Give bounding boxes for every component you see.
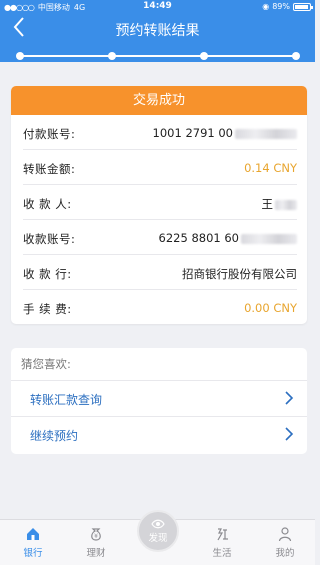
row-label: 付款账号: — [23, 127, 76, 141]
tab-label: 银行 — [23, 548, 43, 559]
tab-mine[interactable]: 我的 — [260, 520, 310, 565]
row-value: 王 — [261, 196, 297, 212]
payee-bank-row: 收 款 行: 招商银行股份有限公司 — [23, 255, 297, 290]
tab-label: 我的 — [275, 548, 295, 559]
payer-account-value: 1001 2791 00 — [152, 126, 233, 140]
tab-bank[interactable]: 银行 — [8, 520, 58, 565]
suggestions-card: 猜您喜欢: 转账汇款查询 继续预约 — [11, 348, 307, 454]
tab-label: 发现 — [148, 533, 168, 544]
row-value: 6225 8801 60 — [159, 231, 297, 245]
eye-icon — [151, 519, 165, 529]
chevron-right-icon — [285, 391, 294, 405]
payee-account-row: 收款账号: 6225 8801 60 — [23, 220, 297, 255]
payer-account-row: 付款账号: 1001 2791 00 — [23, 115, 297, 150]
row-label: 转账金额: — [23, 162, 76, 176]
progress-step-2 — [108, 52, 116, 60]
progress-step-1 — [16, 52, 24, 60]
tab-label: 生活 — [212, 548, 232, 559]
tab-finance[interactable]: ¥ 理财 — [71, 520, 121, 565]
row-label: 手 续 费: — [23, 302, 72, 316]
row-label: 收款账号: — [23, 232, 76, 246]
tab-discover[interactable]: 发现 — [137, 510, 179, 552]
row-value: 1001 2791 00 — [153, 126, 297, 140]
page-title: 预约转账结果 — [115, 23, 200, 39]
masked-blur — [275, 199, 297, 210]
progress-line — [18, 55, 298, 57]
continue-appointment-link[interactable]: 继续预约 — [11, 416, 307, 452]
status-bar: ●●○○○ 中国移动 4G 14:49 ◉ 89% — [0, 0, 315, 14]
payee-row: 收 款 人: 王 — [23, 185, 297, 220]
suggestion-label: 继续预约 — [30, 429, 79, 443]
fee-row: 手 续 费: 0.00 CNY — [23, 290, 297, 324]
life-icon — [217, 528, 228, 541]
masked-blur — [241, 233, 297, 244]
location-icon: ◉ — [262, 2, 270, 11]
battery-icon — [293, 2, 313, 11]
home-icon — [27, 528, 39, 540]
transfer-query-link[interactable]: 转账汇款查询 — [11, 380, 307, 416]
progress-step-3 — [200, 52, 208, 60]
suggestion-label: 转账汇款查询 — [30, 393, 103, 407]
payee-name-value: 王 — [261, 197, 274, 211]
nav-bar: 预约转账结果 — [0, 14, 315, 44]
masked-blur — [235, 128, 297, 139]
progress-step-4 — [292, 52, 300, 60]
row-label: 收 款 行: — [23, 267, 72, 281]
success-banner: 交易成功 — [11, 86, 307, 115]
money-bag-icon: ¥ — [91, 528, 101, 541]
header-bar: ●●○○○ 中国移动 4G 14:49 ◉ 89% 预约转账结果 — [0, 0, 315, 62]
result-card: 交易成功 付款账号: 1001 2791 00 转账金额: 0.14 CNY 收… — [11, 86, 307, 324]
suggestions-title: 猜您喜欢: — [21, 357, 71, 371]
person-icon — [278, 527, 292, 542]
payee-account-value: 6225 8801 60 — [158, 231, 239, 245]
amount-value: 0.14 CNY — [244, 161, 297, 175]
progress-steps — [16, 52, 300, 60]
payee-bank-value: 招商银行股份有限公司 — [182, 267, 297, 281]
tab-life[interactable]: 生活 — [197, 520, 247, 565]
battery-percent: 89% — [272, 2, 290, 11]
fee-value: 0.00 CNY — [244, 301, 297, 315]
svg-text:¥: ¥ — [94, 533, 98, 540]
chevron-right-icon — [285, 427, 294, 441]
tab-label: 理财 — [86, 548, 106, 559]
row-label: 收 款 人: — [23, 197, 72, 211]
amount-row: 转账金额: 0.14 CNY — [23, 150, 297, 185]
